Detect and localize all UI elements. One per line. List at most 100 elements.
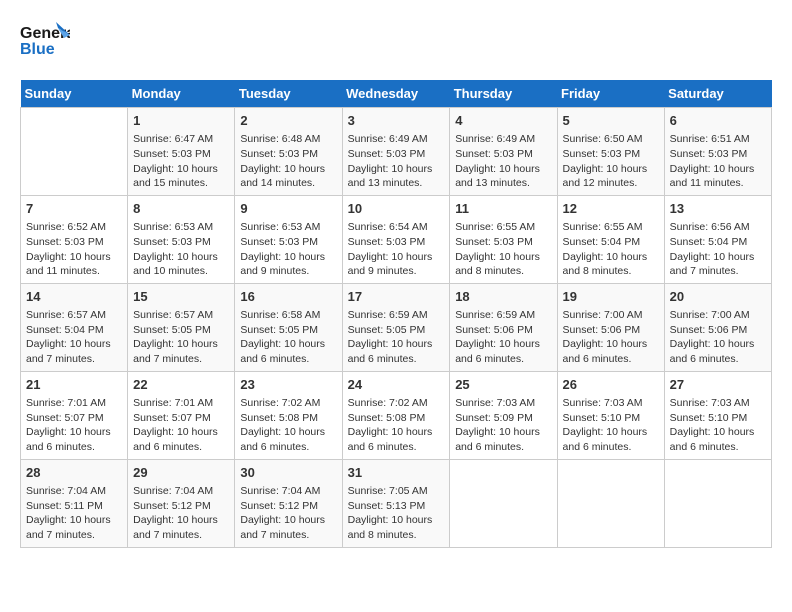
calendar-cell: 1Sunrise: 6:47 AM Sunset: 5:03 PM Daylig… (128, 108, 235, 196)
day-info: Sunrise: 6:57 AM Sunset: 5:05 PM Dayligh… (133, 308, 229, 367)
calendar-cell: 7 Sunrise: 6:52 AM Sunset: 5:03 PM Daylig… (21, 195, 128, 283)
day-info: Sunrise: 7:00 AM Sunset: 5:06 PM Dayligh… (670, 308, 766, 367)
day-number: 11 (455, 200, 551, 218)
calendar-cell: 11 Sunrise: 6:55 AM Sunset: 5:03 PM Dayli… (450, 195, 557, 283)
calendar-cell: 12 Sunrise: 6:55 AM Sunset: 5:04 PM Dayli… (557, 195, 664, 283)
day-number: 31 (348, 464, 445, 482)
calendar-cell: 22 Sunrise: 7:01 AM Sunset: 5:07 PM Dayli… (128, 371, 235, 459)
weekday-header-tuesday: Tuesday (235, 80, 342, 108)
day-info: Sunrise: 7:02 AM Sunset: 5:08 PM Dayligh… (240, 396, 336, 455)
day-info: Sunrise: 6:59 AM Sunset: 5:06 PM Dayligh… (455, 308, 551, 367)
day-info: Sunrise: 6:49 AM Sunset: 5:03 PM Dayligh… (348, 132, 445, 191)
calendar-cell: 28 Sunrise: 7:04 AM Sunset: 5:11 PM Dayli… (21, 459, 128, 547)
day-number: 6 (670, 112, 766, 130)
day-number: 2 (240, 112, 336, 130)
calendar-cell (557, 459, 664, 547)
day-number: 25 (455, 376, 551, 394)
day-number: 9 (240, 200, 336, 218)
calendar-table: SundayMondayTuesdayWednesdayThursdayFrid… (20, 80, 772, 548)
day-number: 28 (26, 464, 122, 482)
calendar-cell: 23 Sunrise: 7:02 AM Sunset: 5:08 PM Dayli… (235, 371, 342, 459)
day-info: Sunrise: 6:56 AM Sunset: 5:04 PM Dayligh… (670, 220, 766, 279)
day-number: 20 (670, 288, 766, 306)
calendar-cell: 18 Sunrise: 6:59 AM Sunset: 5:06 PM Dayli… (450, 283, 557, 371)
day-info: Sunrise: 7:02 AM Sunset: 5:08 PM Dayligh… (348, 396, 445, 455)
day-number: 22 (133, 376, 229, 394)
day-info: Sunrise: 7:04 AM Sunset: 5:12 PM Dayligh… (133, 484, 229, 543)
day-info: Sunrise: 6:50 AM Sunset: 5:03 PM Dayligh… (563, 132, 659, 191)
calendar-cell: 14Sunrise: 6:57 AM Sunset: 5:04 PM Dayli… (21, 283, 128, 371)
calendar-cell: 31 Sunrise: 7:05 AM Sunset: 5:13 PM Dayli… (342, 459, 450, 547)
day-number: 26 (563, 376, 659, 394)
calendar-cell: 29 Sunrise: 7:04 AM Sunset: 5:12 PM Dayli… (128, 459, 235, 547)
day-info: Sunrise: 7:00 AM Sunset: 5:06 PM Dayligh… (563, 308, 659, 367)
day-info: Sunrise: 6:53 AM Sunset: 5:03 PM Dayligh… (133, 220, 229, 279)
calendar-cell: 30Sunrise: 7:04 AM Sunset: 5:12 PM Dayli… (235, 459, 342, 547)
calendar-cell: 10 Sunrise: 6:54 AM Sunset: 5:03 PM Dayli… (342, 195, 450, 283)
day-number: 18 (455, 288, 551, 306)
day-info: Sunrise: 6:59 AM Sunset: 5:05 PM Dayligh… (348, 308, 445, 367)
day-number: 10 (348, 200, 445, 218)
calendar-cell: 26 Sunrise: 7:03 AM Sunset: 5:10 PM Dayli… (557, 371, 664, 459)
weekday-header-saturday: Saturday (664, 80, 771, 108)
calendar-cell: 4Sunrise: 6:49 AM Sunset: 5:03 PM Daylig… (450, 108, 557, 196)
calendar-cell: 8 Sunrise: 6:53 AM Sunset: 5:03 PM Daylig… (128, 195, 235, 283)
day-number: 12 (563, 200, 659, 218)
day-number: 3 (348, 112, 445, 130)
calendar-week-1: 1Sunrise: 6:47 AM Sunset: 5:03 PM Daylig… (21, 108, 772, 196)
day-info: Sunrise: 6:51 AM Sunset: 5:03 PM Dayligh… (670, 132, 766, 191)
calendar-cell: 17 Sunrise: 6:59 AM Sunset: 5:05 PM Dayli… (342, 283, 450, 371)
day-number: 14 (26, 288, 122, 306)
calendar-cell (450, 459, 557, 547)
calendar-week-4: 21 Sunrise: 7:01 AM Sunset: 5:07 PM Dayli… (21, 371, 772, 459)
calendar-week-3: 14Sunrise: 6:57 AM Sunset: 5:04 PM Dayli… (21, 283, 772, 371)
day-number: 5 (563, 112, 659, 130)
day-info: Sunrise: 7:03 AM Sunset: 5:10 PM Dayligh… (563, 396, 659, 455)
calendar-cell: 25 Sunrise: 7:03 AM Sunset: 5:09 PM Dayli… (450, 371, 557, 459)
calendar-cell: 15 Sunrise: 6:57 AM Sunset: 5:05 PM Dayli… (128, 283, 235, 371)
day-number: 24 (348, 376, 445, 394)
day-number: 8 (133, 200, 229, 218)
calendar-cell: 9 Sunrise: 6:53 AM Sunset: 5:03 PM Daylig… (235, 195, 342, 283)
day-number: 23 (240, 376, 336, 394)
calendar-cell: 13 Sunrise: 6:56 AM Sunset: 5:04 PM Dayli… (664, 195, 771, 283)
day-number: 7 (26, 200, 122, 218)
calendar-cell: 6 Sunrise: 6:51 AM Sunset: 5:03 PM Daylig… (664, 108, 771, 196)
day-info: Sunrise: 6:48 AM Sunset: 5:03 PM Dayligh… (240, 132, 336, 191)
svg-text:Blue: Blue (20, 41, 55, 58)
day-info: Sunrise: 7:04 AM Sunset: 5:12 PM Dayligh… (240, 484, 336, 543)
day-number: 15 (133, 288, 229, 306)
day-info: Sunrise: 7:04 AM Sunset: 5:11 PM Dayligh… (26, 484, 122, 543)
day-info: Sunrise: 6:55 AM Sunset: 5:04 PM Dayligh… (563, 220, 659, 279)
page-header: General Blue (20, 20, 772, 70)
calendar-cell (21, 108, 128, 196)
calendar-cell: 27 Sunrise: 7:03 AM Sunset: 5:10 PM Dayli… (664, 371, 771, 459)
day-info: Sunrise: 7:03 AM Sunset: 5:10 PM Dayligh… (670, 396, 766, 455)
day-number: 27 (670, 376, 766, 394)
weekday-header-row: SundayMondayTuesdayWednesdayThursdayFrid… (21, 80, 772, 108)
calendar-cell (664, 459, 771, 547)
calendar-cell: 19Sunrise: 7:00 AM Sunset: 5:06 PM Dayli… (557, 283, 664, 371)
calendar-cell: 16 Sunrise: 6:58 AM Sunset: 5:05 PM Dayli… (235, 283, 342, 371)
calendar-cell: 20 Sunrise: 7:00 AM Sunset: 5:06 PM Dayli… (664, 283, 771, 371)
day-info: Sunrise: 6:49 AM Sunset: 5:03 PM Dayligh… (455, 132, 551, 191)
day-number: 16 (240, 288, 336, 306)
day-info: Sunrise: 6:58 AM Sunset: 5:05 PM Dayligh… (240, 308, 336, 367)
day-info: Sunrise: 7:01 AM Sunset: 5:07 PM Dayligh… (133, 396, 229, 455)
day-info: Sunrise: 7:05 AM Sunset: 5:13 PM Dayligh… (348, 484, 445, 543)
weekday-header-wednesday: Wednesday (342, 80, 450, 108)
day-number: 21 (26, 376, 122, 394)
day-info: Sunrise: 6:55 AM Sunset: 5:03 PM Dayligh… (455, 220, 551, 279)
day-number: 1 (133, 112, 229, 130)
calendar-cell: 3 Sunrise: 6:49 AM Sunset: 5:03 PM Daylig… (342, 108, 450, 196)
day-info: Sunrise: 6:52 AM Sunset: 5:03 PM Dayligh… (26, 220, 122, 279)
day-info: Sunrise: 7:03 AM Sunset: 5:09 PM Dayligh… (455, 396, 551, 455)
calendar-cell: 21Sunrise: 7:01 AM Sunset: 5:07 PM Dayli… (21, 371, 128, 459)
day-info: Sunrise: 6:53 AM Sunset: 5:03 PM Dayligh… (240, 220, 336, 279)
day-info: Sunrise: 6:54 AM Sunset: 5:03 PM Dayligh… (348, 220, 445, 279)
day-number: 17 (348, 288, 445, 306)
weekday-header-thursday: Thursday (450, 80, 557, 108)
day-number: 29 (133, 464, 229, 482)
weekday-header-monday: Monday (128, 80, 235, 108)
day-number: 13 (670, 200, 766, 218)
